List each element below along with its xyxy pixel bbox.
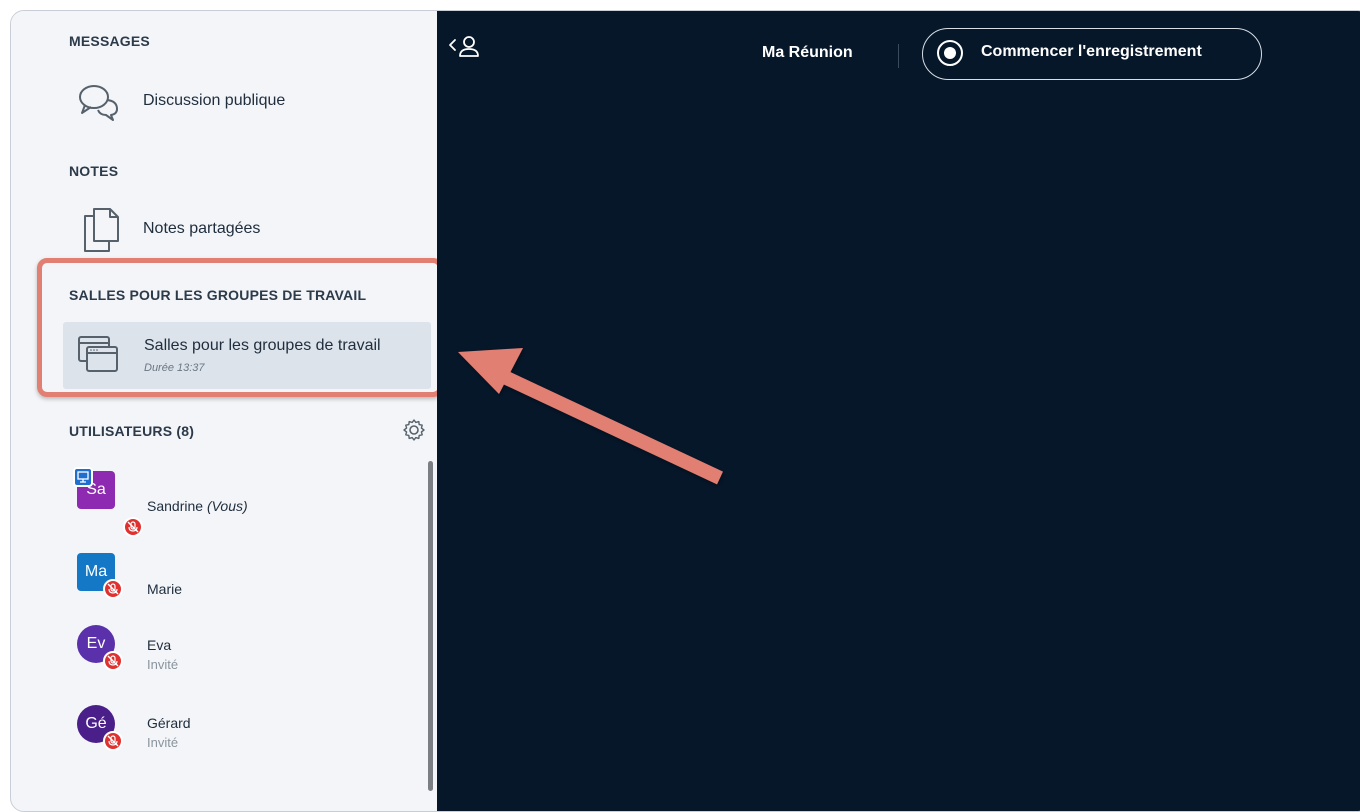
sidebar: MESSAGES Discussion publique NOTES Notes… [11,11,443,791]
public-chat-label: Discussion publique [143,92,286,109]
muted-mic-icon [103,651,123,671]
user-row-eva[interactable]: Ev Eva Invité [77,625,417,681]
user-role: Invité [147,735,179,750]
muted-mic-icon [123,517,143,537]
muted-mic-icon [103,731,123,751]
highlight-box [37,258,443,397]
gear-icon[interactable] [402,418,426,447]
user-row-sandrine[interactable]: Sa Sandrine (Vous) [73,467,417,537]
user-name: Eva [147,637,172,653]
user-name: Sandrine (Vous) [147,498,248,514]
meeting-title: Ma Réunion [762,44,853,61]
users-section-title: UTILISATEURS (8) [69,423,195,439]
document-icon [81,207,121,258]
topbar-divider [898,44,899,68]
muted-mic-icon [103,579,123,599]
chat-bubbles-icon [77,81,121,126]
avatar-initials: Ev [86,635,106,652]
presenter-icon [73,467,93,487]
user-row-gerard[interactable]: Gé Gérard Invité [77,705,417,761]
user-role: Invité [147,657,179,672]
avatar-initials: Ma [84,563,108,580]
notes-section-title: NOTES [69,163,119,179]
shared-notes-label: Notes partagées [143,220,261,237]
user-self-marker: (Vous) [206,498,248,514]
sidebar-scrollbar[interactable] [428,461,433,791]
record-label: Commencer l'enregistrement [981,43,1202,60]
app-window: MESSAGES Discussion publique NOTES Notes… [10,10,1360,812]
public-chat-item[interactable]: Discussion publique [11,75,437,131]
start-recording-button[interactable]: Commencer l'enregistrement [922,28,1262,80]
user-name: Marie [147,581,183,597]
user-name: Gérard [147,715,191,731]
user-row-marie[interactable]: Ma Marie [77,553,417,609]
main-presentation-area [437,11,1360,811]
user-list-toggle-icon[interactable] [447,34,483,65]
avatar-initials: Gé [85,715,107,732]
shared-notes-item[interactable]: Notes partagées [11,203,437,259]
record-icon [937,40,963,66]
messages-section-title: MESSAGES [69,33,150,49]
user-name-text: Sandrine [147,498,204,514]
